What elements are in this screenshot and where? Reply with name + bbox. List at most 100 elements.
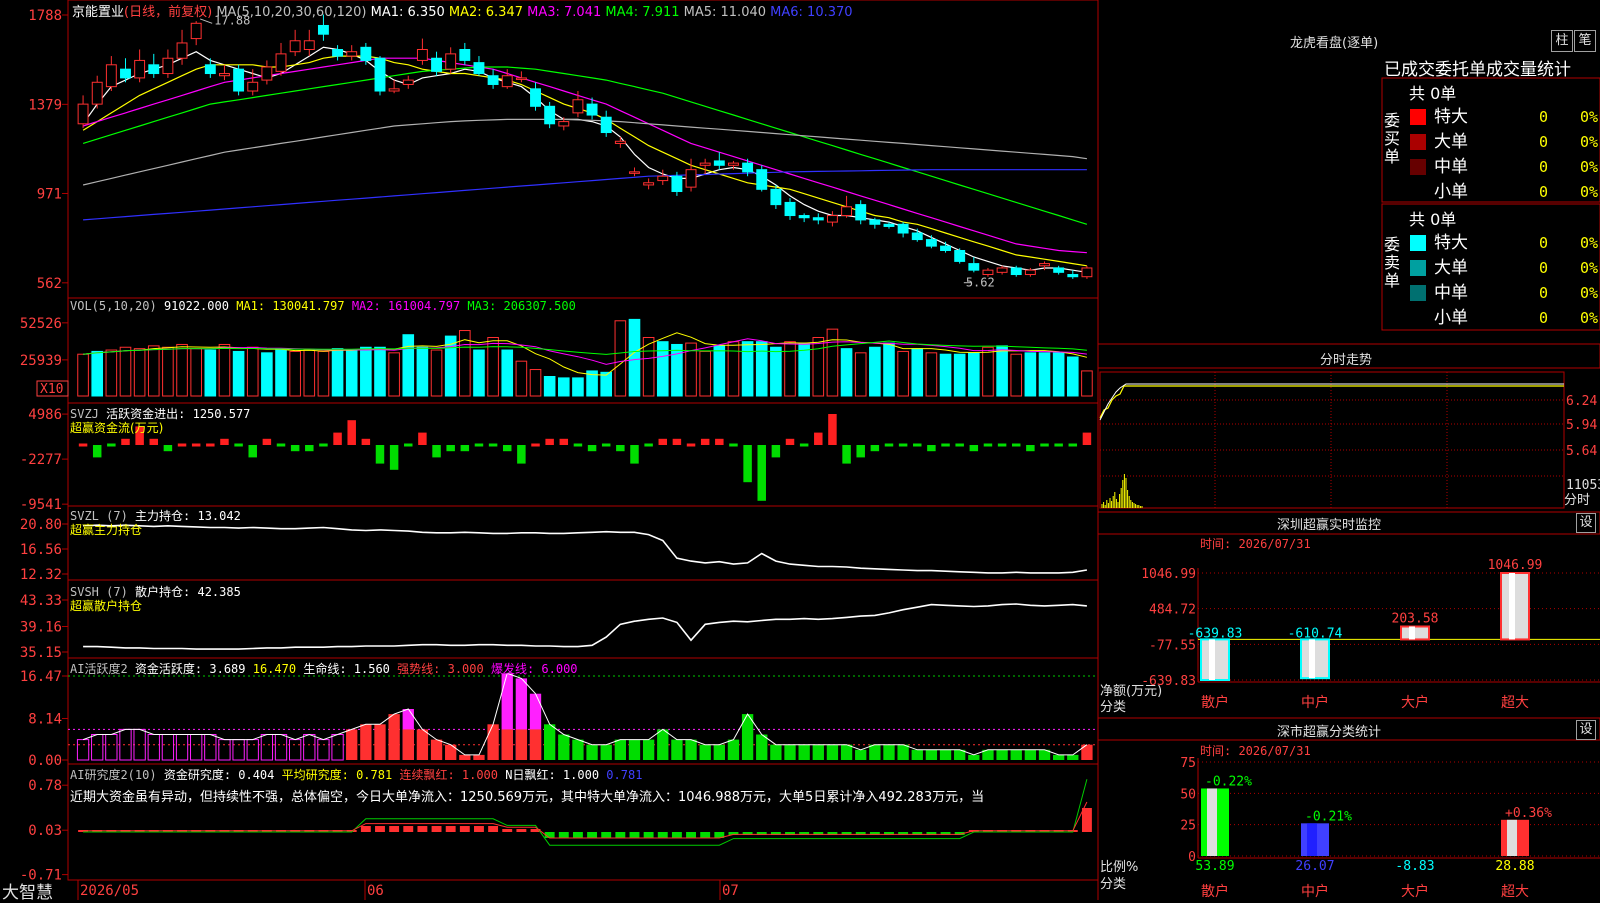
research-bar — [558, 832, 569, 838]
activity-bar — [925, 749, 938, 760]
activity-bar — [374, 724, 386, 760]
fenshi-box — [1099, 371, 1565, 509]
candle-body — [148, 64, 160, 75]
buy-row-percent: 0% — [1580, 108, 1598, 126]
candle-body — [219, 73, 230, 77]
flow-bar — [913, 443, 922, 447]
activity-bar — [897, 744, 909, 760]
activity-bar — [685, 739, 697, 760]
volume-bar — [1038, 352, 1051, 397]
ma6-value: MA6: 10.370 — [770, 5, 853, 20]
candle-body — [812, 217, 824, 221]
sell-row-swatch — [1410, 285, 1426, 301]
candle-body — [713, 160, 725, 166]
activity-bar — [1024, 749, 1037, 760]
lhb-title: 龙虎看盘(逐单) — [1290, 36, 1379, 51]
activity-bar — [699, 744, 711, 760]
volume-bar — [755, 341, 768, 397]
sell-row-value: 0 — [1539, 284, 1548, 302]
flow-axis-label: 4986 — [28, 407, 62, 423]
candle-body — [643, 182, 655, 186]
flow-bar — [191, 443, 201, 447]
sell-row-value: 0 — [1539, 234, 1548, 252]
candle-body — [968, 263, 980, 271]
research-bar — [643, 832, 654, 838]
buy-row-name: 小单 — [1434, 182, 1468, 202]
lhb-bar-button[interactable]: 柱 — [1551, 30, 1573, 52]
buy-row-percent: 0% — [1580, 158, 1598, 176]
candle-body — [826, 215, 838, 223]
flow-bar — [404, 443, 413, 447]
research-bar — [516, 829, 527, 832]
sell-row-name: 特大 — [1434, 233, 1468, 253]
activity-bar — [770, 744, 782, 760]
candle-body — [247, 81, 259, 92]
monitor-bar-label: 1046.99 — [1488, 558, 1543, 573]
candle-body — [883, 223, 895, 227]
svzl-axis-label: 16.56 — [20, 542, 62, 558]
research-bar — [572, 832, 583, 838]
candle-body — [134, 59, 146, 79]
volume-bar — [883, 342, 895, 397]
vol-value: 91022.000 — [163, 299, 229, 313]
classify-settings-button[interactable]: 设 — [1576, 720, 1596, 740]
volume-bar — [331, 348, 344, 397]
volume-bar — [416, 346, 429, 397]
volume-bar — [232, 350, 245, 397]
flow-bar — [361, 438, 371, 445]
volume-bar — [105, 349, 118, 397]
flow-bar — [1026, 445, 1035, 452]
activity-bar — [586, 744, 598, 760]
monitor-settings-button[interactable]: 设 — [1576, 513, 1596, 533]
classify-bottom-label: 53.89 — [1195, 859, 1234, 874]
activity-bar — [798, 744, 810, 760]
monitor-bar-shine — [1409, 626, 1415, 640]
candle-body — [897, 223, 909, 234]
research-bar — [459, 826, 470, 832]
candle-body — [176, 42, 188, 59]
flow-bar — [884, 443, 894, 447]
flow-bar — [898, 443, 908, 447]
fenshi-avg-line — [1099, 385, 1564, 419]
candle-body — [204, 64, 216, 75]
candle-body — [756, 169, 768, 190]
date-label: 07 — [722, 883, 739, 899]
stock-chart[interactable]: 1788137997156217.885.625252625939X104986… — [0, 0, 1600, 900]
classify-time: 时间: 2026/07/31 — [1200, 744, 1311, 758]
svzl-axis-label: 12.32 — [20, 567, 62, 583]
research-bar — [587, 832, 598, 838]
activity-bar-base — [501, 729, 513, 760]
volume-bar — [303, 349, 316, 397]
activity-bar — [642, 739, 655, 760]
volume-bar — [1052, 352, 1065, 397]
flow-bar — [771, 445, 781, 458]
activity-bar — [1067, 754, 1079, 760]
candle-body — [317, 24, 329, 35]
activity-bar — [671, 739, 683, 760]
vol-ma3: MA3: 206307.500 — [467, 299, 576, 313]
ma3-value: MA3: 7.041 — [527, 5, 602, 20]
volume-bar — [133, 348, 146, 397]
volume-bar — [925, 352, 938, 397]
vol-ma2: MA2: 161004.797 — [351, 299, 461, 313]
volume-bar — [176, 343, 188, 397]
flow-bar — [347, 420, 356, 445]
flow-bar — [828, 414, 837, 445]
flow-bar — [502, 445, 512, 452]
volume-bar — [1081, 370, 1093, 397]
activity-bar — [543, 724, 556, 760]
candle-body — [374, 57, 386, 92]
flow-bar — [517, 445, 526, 464]
activity-bar — [388, 714, 400, 760]
volume-bar — [246, 346, 259, 397]
ai2-axis-label: 0.78 — [28, 778, 62, 794]
research-bar — [488, 826, 499, 832]
research-bar — [1081, 808, 1092, 832]
sell-row-value: 0 — [1539, 309, 1548, 327]
monitor-title: 深圳超赢实时监控 — [1277, 518, 1382, 533]
ai1-activity: 资金活跃度: 3.689 — [134, 662, 246, 676]
ai2-commentary: 近期大资金虽有异动，但持续性不强，总体偏空，今日大单净流入：1250.569万元… — [70, 790, 985, 805]
fenshi-axis-label: 5.94 — [1566, 418, 1597, 433]
lhb-tick-button[interactable]: 笔 — [1574, 30, 1596, 52]
ai1-header: AI活跃度2 资金活跃度: 3.689 16.470 生命线: 1.560 强势… — [70, 660, 578, 677]
